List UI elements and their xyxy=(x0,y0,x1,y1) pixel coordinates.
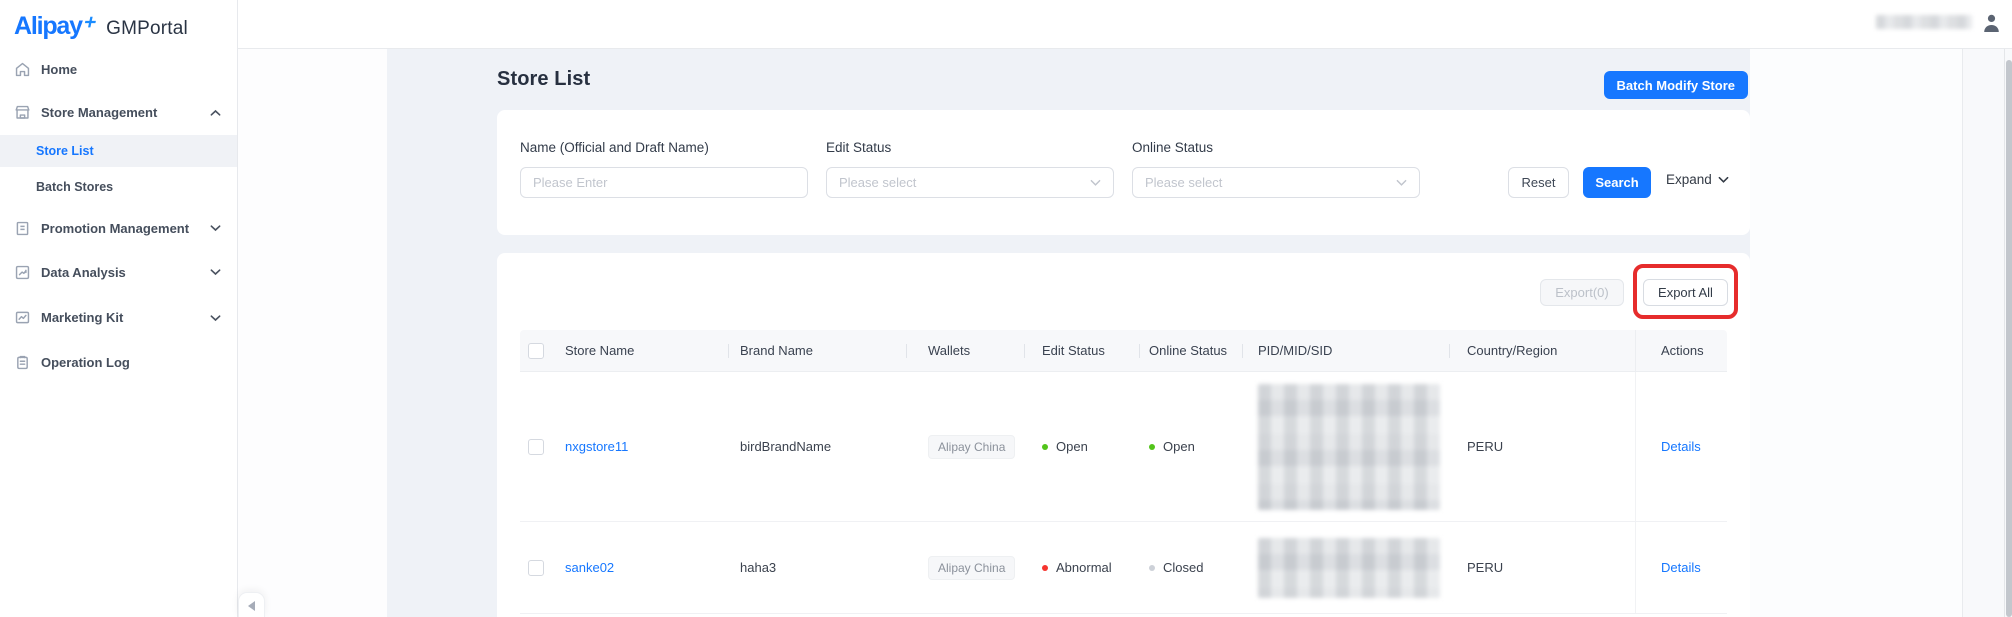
chart-icon xyxy=(14,264,31,281)
row-checkbox[interactable] xyxy=(528,439,544,455)
sidebar-item-home[interactable]: Home xyxy=(0,48,237,90)
wallet-tag: Alipay China xyxy=(928,556,1015,580)
sidebar-collapse-handle[interactable] xyxy=(238,592,265,617)
details-link[interactable]: Details xyxy=(1661,560,1701,575)
sidebar-item-label: Store Management xyxy=(41,105,157,120)
sidebar-item-label: Batch Stores xyxy=(36,180,113,194)
chevron-down-icon xyxy=(210,268,221,276)
filter-panel: Name (Official and Draft Name) Edit Stat… xyxy=(497,110,1750,235)
wallet-tag: Alipay China xyxy=(928,435,1015,459)
table-row-nxgstore11: nxgstore11 birdBrandName Alipay China Op… xyxy=(520,372,1727,522)
status-dot xyxy=(1042,444,1048,450)
search-button[interactable]: Search xyxy=(1583,167,1651,198)
brand-name-text: birdBrandName xyxy=(740,439,831,454)
online-status-label: Online Status xyxy=(1132,140,1213,155)
alipay-plus-glyph: + xyxy=(81,11,98,35)
status-dot xyxy=(1149,565,1155,571)
col-edit-status: Edit Status xyxy=(1024,330,1139,371)
redacted-user-email xyxy=(1876,15,1972,29)
user-avatar-icon[interactable] xyxy=(1982,13,2001,33)
export-all-button[interactable]: Export All xyxy=(1643,279,1728,306)
col-pid: PID/MID/SID xyxy=(1242,330,1449,371)
sidebar-item-data-analysis[interactable]: Data Analysis xyxy=(0,249,237,295)
product-name: GMPortal xyxy=(106,18,188,40)
name-input-wrapper xyxy=(520,167,808,198)
sidebar-item-batch-stores[interactable]: Batch Stores xyxy=(0,167,237,207)
top-header-bar xyxy=(238,0,2012,49)
table-header-row: Store Name Brand Name Wallets Edit Statu… xyxy=(520,330,1727,372)
status-dot xyxy=(1149,444,1155,450)
page-title: Store List xyxy=(497,68,590,91)
alipay-logo: Alipay xyxy=(14,12,82,41)
filter-name-label: Name (Official and Draft Name) xyxy=(520,140,709,155)
clipboard-icon xyxy=(14,354,31,371)
store-table: Store Name Brand Name Wallets Edit Statu… xyxy=(520,330,1727,614)
country-text: PERU xyxy=(1467,560,1503,575)
online-status-text: Closed xyxy=(1163,560,1203,575)
scrollbar-track xyxy=(2004,49,2005,617)
expand-label: Expand xyxy=(1666,172,1712,187)
brand-logo: Alipay+ GMPortal xyxy=(0,0,237,44)
marketing-icon xyxy=(14,309,31,326)
reset-button[interactable]: Reset xyxy=(1508,167,1569,198)
row-checkbox[interactable] xyxy=(528,560,544,576)
chevron-down-icon xyxy=(1090,179,1101,187)
edit-status-placeholder: Please select xyxy=(839,175,1090,190)
redacted-pid-block xyxy=(1258,538,1440,598)
col-online-status: Online Status xyxy=(1139,330,1242,371)
chevron-down-icon xyxy=(210,224,221,232)
batch-modify-store-button[interactable]: Batch Modify Store xyxy=(1604,71,1748,99)
app-window: Alipay+ GMPortal Home Store Management S… xyxy=(0,0,2012,617)
collapse-left-arrow-icon xyxy=(248,601,255,611)
sidebar-nav: Home Store Management Store List Batch S… xyxy=(0,48,237,384)
status-dot xyxy=(1042,565,1048,571)
chevron-down-icon xyxy=(1396,179,1407,187)
sidebar-item-label: Marketing Kit xyxy=(41,310,123,325)
expand-toggle[interactable]: Expand xyxy=(1666,172,1729,187)
redacted-pid-block xyxy=(1258,384,1440,510)
chevron-up-icon xyxy=(210,109,221,117)
col-store-name: Store Name xyxy=(553,330,728,371)
main-content: Store List Batch Modify Store Name (Offi… xyxy=(387,49,1750,617)
promotion-icon xyxy=(14,220,31,237)
sidebar-item-label: Home xyxy=(41,62,77,77)
edit-status-label: Edit Status xyxy=(826,140,891,155)
col-wallets: Wallets xyxy=(906,330,1024,371)
edit-status-text: Open xyxy=(1056,439,1088,454)
details-link[interactable]: Details xyxy=(1661,439,1701,454)
sidebar-item-promotion-management[interactable]: Promotion Management xyxy=(0,207,237,249)
home-icon xyxy=(14,61,31,78)
export-selected-button[interactable]: Export(0) xyxy=(1540,279,1624,306)
chevron-down-icon xyxy=(210,314,221,322)
store-table-panel: Export(0) Export All Store Name Brand Na… xyxy=(497,253,1750,617)
sidebar-item-store-list[interactable]: Store List xyxy=(0,135,237,167)
sidebar: Alipay+ GMPortal Home Store Management S… xyxy=(0,0,238,617)
col-country: Country/Region xyxy=(1449,330,1635,371)
online-status-select[interactable]: Please select xyxy=(1132,167,1420,198)
table-row-sanke02: sanke02 haha3 Alipay China Abnormal Clos… xyxy=(520,522,1727,614)
col-brand-name: Brand Name xyxy=(728,330,906,371)
store-icon xyxy=(14,104,31,121)
store-name-link[interactable]: sanke02 xyxy=(565,560,614,575)
sidebar-item-marketing-kit[interactable]: Marketing Kit xyxy=(0,295,237,340)
chevron-down-icon xyxy=(1718,176,1729,184)
store-name-link[interactable]: nxgstore11 xyxy=(565,439,628,454)
col-actions: Actions xyxy=(1635,330,1727,371)
select-all-checkbox[interactable] xyxy=(528,343,544,359)
edit-status-text: Abnormal xyxy=(1056,560,1112,575)
online-status-placeholder: Please select xyxy=(1145,175,1396,190)
edit-status-select[interactable]: Please select xyxy=(826,167,1114,198)
sidebar-item-label: Store List xyxy=(36,144,94,158)
sidebar-item-operation-log[interactable]: Operation Log xyxy=(0,340,237,384)
sidebar-item-store-management[interactable]: Store Management xyxy=(0,90,237,135)
sidebar-item-label: Data Analysis xyxy=(41,265,126,280)
online-status-text: Open xyxy=(1163,439,1195,454)
sidebar-item-label: Operation Log xyxy=(41,355,130,370)
vertical-scrollbar-thumb[interactable] xyxy=(2006,60,2012,617)
sidebar-item-label: Promotion Management xyxy=(41,221,189,236)
name-input[interactable] xyxy=(533,175,795,190)
brand-name-text: haha3 xyxy=(740,560,776,575)
country-text: PERU xyxy=(1467,439,1503,454)
page-right-margin xyxy=(1750,49,1962,617)
